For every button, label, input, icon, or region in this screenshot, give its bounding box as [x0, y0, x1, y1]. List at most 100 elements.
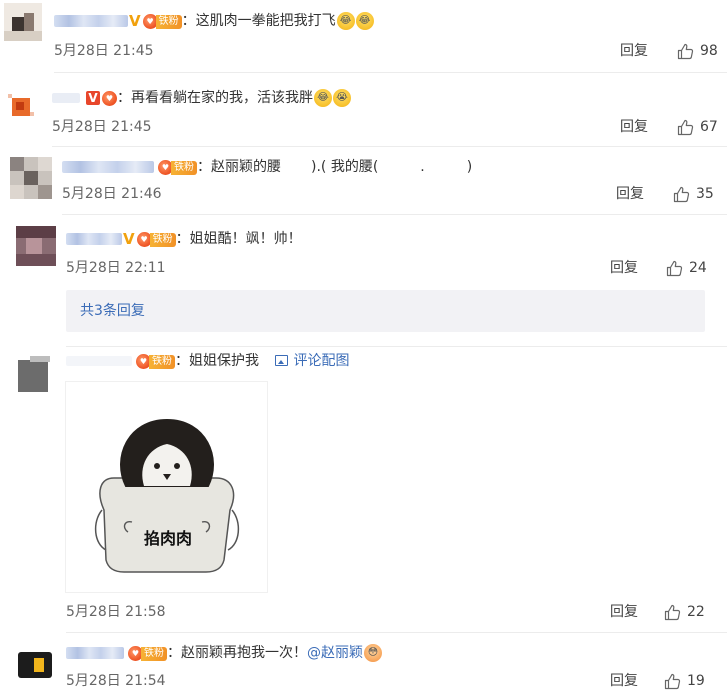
comment-text: 这肌肉一拳能把我打飞: [195, 13, 336, 29]
avatar-pixel: [30, 356, 50, 362]
comment-time: 5月28日 21:58: [66, 604, 166, 620]
comment-text: ).( 我的腰(: [311, 159, 379, 175]
colon: ：: [181, 13, 196, 29]
avatar-pixel: [4, 31, 42, 41]
verified-badge: V: [129, 12, 141, 30]
comment-image-link[interactable]: 评论配图: [275, 353, 349, 369]
divider: [62, 214, 727, 215]
comment-time: 5月28日 21:45: [54, 43, 154, 59]
comment-line: V ♥ 铁粉 ：姐姐酷！飒！帅！: [66, 228, 302, 250]
redacted: [285, 162, 307, 172]
comment-text: 再看看躺在家的我，活该我胖: [131, 90, 313, 106]
avatar[interactable]: [10, 157, 52, 199]
avatar-pixel: [16, 254, 56, 266]
avatar[interactable]: [16, 356, 52, 394]
avatar-pixel: [16, 226, 56, 238]
thumbs-up-icon: [664, 604, 681, 620]
comment-time: 5月28日 21:54: [66, 673, 166, 689]
divider: [52, 146, 727, 147]
like-count: 24: [689, 260, 707, 276]
avatar-pixel: [38, 185, 52, 199]
fan-badge: ♥ 铁粉: [136, 231, 176, 247]
avatar-pixel: [26, 238, 42, 254]
more-replies-link[interactable]: 共3条回复: [80, 301, 145, 321]
mention-link[interactable]: @赵丽颖: [307, 645, 363, 661]
comment-text: 姐姐酷！飒！帅！: [189, 231, 302, 247]
laughing-crying-emoji-icon: 😂: [355, 12, 374, 30]
comment-text: 赵丽颖的腰: [211, 159, 281, 175]
fan-badge: ♥ 铁粉: [128, 645, 167, 661]
comment-line: ♥ 铁粉 ：姐姐保护我 评论配图: [66, 350, 349, 372]
laughing-crying-emoji-icon: 😂: [336, 12, 355, 30]
like-button[interactable]: 67: [677, 117, 718, 137]
avatar-pixel: [16, 102, 24, 110]
fan-tag: 铁粉: [141, 646, 167, 661]
comment-text: ): [466, 159, 473, 175]
fan-badge: ♥ 铁粉: [136, 353, 175, 369]
comment-time: 5月28日 21:46: [62, 186, 162, 202]
thumbs-up-icon: [677, 43, 694, 59]
avatar[interactable]: [4, 3, 42, 41]
comment-text: .: [420, 159, 425, 175]
username-redacted[interactable]: [52, 93, 80, 103]
divider: [54, 72, 727, 73]
fan-tag: 铁粉: [155, 14, 182, 29]
comment-time: 5月28日 22:11: [66, 260, 166, 276]
avatar-pixel: [8, 94, 12, 98]
username-redacted[interactable]: [54, 15, 128, 27]
reply-button[interactable]: 回复: [620, 41, 648, 61]
avatar-pixel: [30, 112, 34, 116]
avatar-pixel: [18, 360, 48, 392]
reply-button[interactable]: 回复: [620, 117, 648, 137]
like-button[interactable]: 22: [664, 602, 705, 622]
reply-button[interactable]: 回复: [616, 184, 644, 204]
like-count: 19: [687, 673, 705, 689]
image-caption: 掐肉肉: [143, 529, 192, 548]
avatar-pixel: [10, 185, 24, 199]
username-redacted[interactable]: [66, 233, 122, 245]
divider: [66, 346, 727, 347]
like-count: 67: [700, 119, 718, 135]
colon: ：: [175, 231, 190, 247]
divider: [66, 632, 727, 633]
like-count: 22: [687, 604, 705, 620]
thumbs-up-icon: [666, 260, 683, 276]
fan-tag: 铁粉: [149, 232, 176, 247]
comment-image[interactable]: 掐肉肉: [65, 381, 268, 593]
username-redacted[interactable]: [66, 647, 124, 659]
reply-button[interactable]: 回复: [610, 671, 638, 691]
reply-button[interactable]: 回复: [610, 258, 638, 278]
verified-badge: V: [123, 230, 135, 248]
avatar[interactable]: [4, 90, 42, 128]
redacted: [382, 162, 417, 172]
fan-heart-icon: ♥: [102, 90, 117, 106]
comment-text: 赵丽颖再抱我一次！: [181, 645, 307, 661]
comment-line: ♥ 铁粉 ：赵丽颖再抱我一次！@赵丽颖 😳: [66, 642, 382, 664]
thumbs-up-icon: [673, 186, 690, 202]
laughing-crying-emoji-icon: 😂: [314, 89, 332, 107]
blushing-emoji-icon: 😳: [364, 644, 382, 662]
like-count: 98: [700, 43, 718, 59]
comment-line: V ♥ ：再看看躺在家的我，活该我胖 😂 😭: [52, 87, 351, 109]
redacted: [428, 162, 463, 172]
thumbs-up-icon: [677, 119, 694, 135]
thumbs-up-icon: [664, 673, 681, 689]
colon: ：: [197, 159, 211, 175]
fan-tag: 铁粉: [171, 160, 197, 175]
like-button[interactable]: 19: [664, 671, 705, 691]
comment-text: 姐姐保护我: [189, 353, 259, 369]
avatar[interactable]: [16, 226, 56, 266]
username-redacted[interactable]: [62, 161, 154, 173]
avatar[interactable]: [14, 646, 54, 686]
reply-button[interactable]: 回复: [610, 602, 638, 622]
avatar-pixel: [10, 157, 24, 171]
like-button[interactable]: 98: [677, 41, 718, 61]
fan-badge: ♥ 铁粉: [142, 13, 182, 29]
comment-time: 5月28日 21:45: [52, 119, 152, 135]
like-button[interactable]: 24: [666, 258, 707, 278]
comment-line: V ♥ 铁粉 ：这肌肉一拳能把我打飞 😂 😂: [54, 10, 374, 32]
like-button[interactable]: 35: [673, 184, 714, 204]
username-redacted[interactable]: [66, 356, 132, 366]
penguin-sticker: [94, 418, 240, 573]
avatar-pixel: [38, 157, 52, 171]
